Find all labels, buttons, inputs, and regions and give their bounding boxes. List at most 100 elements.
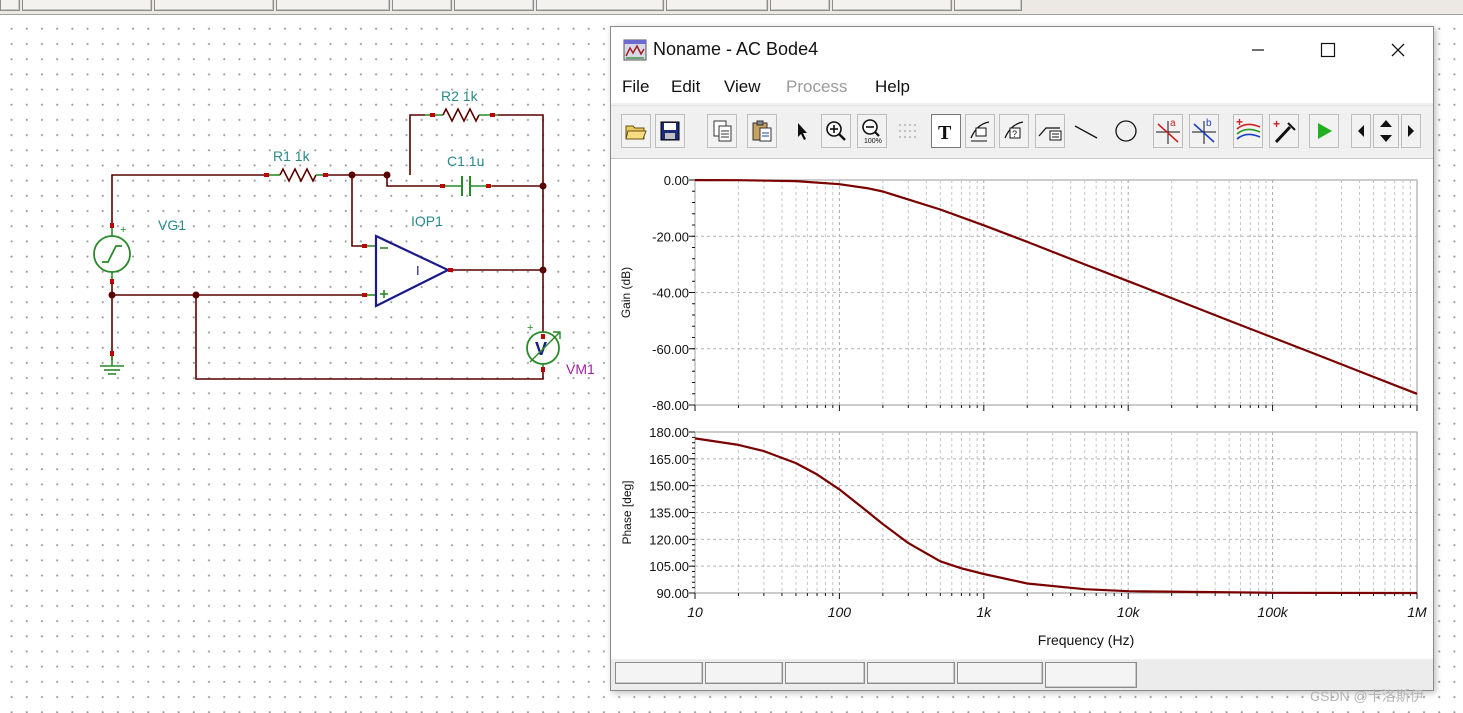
- menu-process[interactable]: Process: [786, 77, 847, 97]
- y-axis-label: Phase [deg]: [620, 480, 634, 544]
- wire: [386, 175, 440, 187]
- bode-plot-area[interactable]: 0.00 -20.00 -40.00 -60.00 -80.00 Gain (dB) 180…: [611, 159, 1433, 659]
- signal-source-vg1[interactable]: +: [93, 223, 131, 284]
- status-tab[interactable]: [1045, 662, 1137, 688]
- text-tool-button[interactable]: T: [931, 114, 961, 148]
- resistor-r1[interactable]: [264, 167, 328, 183]
- y-tick-label: 120.00: [649, 532, 689, 547]
- run-button[interactable]: [1309, 114, 1339, 148]
- copy-button[interactable]: [707, 114, 737, 148]
- open-button[interactable]: [621, 114, 651, 148]
- label-iop1: IOP1: [411, 213, 443, 229]
- svg-text:+: +: [120, 224, 126, 236]
- y-tick-label: -40.00: [652, 286, 689, 301]
- minimize-icon: [1252, 49, 1264, 51]
- scroll-updown-button[interactable]: [1373, 114, 1399, 148]
- menu-file[interactable]: File: [622, 77, 649, 97]
- toolbar: 100% T ? a b + +: [611, 105, 1433, 159]
- cursor-b-button[interactable]: b: [1189, 114, 1219, 148]
- wire: [351, 175, 366, 247]
- x-tick-label: 10: [687, 604, 703, 620]
- y-axis-label: Gain (dB): [619, 267, 633, 318]
- pointer-icon: [798, 123, 807, 140]
- save-button[interactable]: [655, 114, 685, 148]
- add-curve-icon: +: [1236, 117, 1261, 140]
- menu-edit[interactable]: Edit: [671, 77, 700, 97]
- paste-icon: [752, 120, 772, 142]
- label-help-button[interactable]: ?: [999, 114, 1029, 148]
- bode-chart-svg[interactable]: 0.00 -20.00 -40.00 -60.00 -80.00 Gain (dB) 180…: [611, 159, 1433, 659]
- status-tab[interactable]: [957, 662, 1043, 684]
- app-icon: [623, 39, 647, 61]
- top-tab[interactable]: [832, 0, 952, 11]
- top-tab[interactable]: [954, 0, 1022, 11]
- add-curve-button[interactable]: +: [1233, 114, 1263, 148]
- copy-icon: [713, 120, 732, 142]
- minimize-button[interactable]: [1223, 27, 1293, 73]
- y-tick-label: 90.00: [656, 586, 689, 601]
- zoom-100-button[interactable]: 100%: [857, 114, 887, 148]
- run-icon: [1318, 123, 1332, 139]
- label-button[interactable]: [965, 114, 995, 148]
- window-title-bar[interactable]: Noname - AC Bode4: [611, 27, 1433, 73]
- scroll-left-button[interactable]: [1351, 114, 1371, 148]
- top-tab[interactable]: [666, 0, 768, 11]
- grid-button[interactable]: [893, 114, 923, 148]
- svg-text:100%: 100%: [864, 138, 882, 144]
- x-tick-label: 100k: [1257, 604, 1288, 620]
- top-tab[interactable]: [770, 0, 830, 11]
- y-tick-label: -80.00: [652, 398, 689, 413]
- pointer-button[interactable]: [787, 114, 817, 148]
- svg-text:T: T: [938, 122, 952, 142]
- label-vg1: VG1: [158, 217, 186, 233]
- status-tab[interactable]: [705, 662, 783, 684]
- line-icon: [1074, 125, 1098, 139]
- zoom-in-button[interactable]: [821, 114, 851, 148]
- capacitor-c1[interactable]: [440, 176, 492, 196]
- bode-plot-window[interactable]: Noname - AC Bode4 File Edit View Process…: [610, 26, 1434, 691]
- menu-bar: File Edit View Process Help: [611, 73, 1433, 103]
- label-icon: [970, 121, 990, 142]
- circle-tool-button[interactable]: [1111, 114, 1141, 148]
- junction: [348, 171, 356, 179]
- line-tool-button[interactable]: [1071, 114, 1101, 148]
- status-tab[interactable]: [785, 662, 865, 684]
- status-tab[interactable]: [867, 662, 955, 684]
- svg-text:+: +: [1236, 117, 1243, 129]
- paste-button[interactable]: [747, 114, 777, 148]
- x-axis-label: Frequency (Hz): [1038, 632, 1134, 648]
- label-curve-button[interactable]: [1035, 114, 1065, 148]
- zoom-in-icon: [826, 121, 846, 141]
- close-button[interactable]: [1363, 27, 1433, 73]
- opamp-iop1[interactable]: I: [362, 234, 453, 308]
- maximize-button[interactable]: [1293, 27, 1363, 73]
- junction: [539, 266, 547, 274]
- ground-symbol[interactable]: [100, 351, 124, 375]
- cursor-b-icon: b: [1192, 118, 1216, 144]
- scroll-right-icon: [1408, 125, 1414, 137]
- y-tick-label: -60.00: [652, 342, 689, 357]
- scroll-right-button[interactable]: [1401, 114, 1421, 148]
- add-marker-button[interactable]: +: [1269, 114, 1299, 148]
- junction: [539, 182, 547, 190]
- wire: [409, 114, 425, 175]
- resistor-r2[interactable]: [425, 107, 498, 123]
- opamp-symbol-text: I: [416, 263, 420, 278]
- x-tick-label: 10k: [1117, 604, 1141, 620]
- wire: [498, 114, 544, 342]
- junction: [192, 291, 200, 299]
- grid-icon: [899, 124, 916, 138]
- label-vm1: VM1: [566, 361, 595, 377]
- cursor-a-button[interactable]: a: [1153, 114, 1183, 148]
- menu-help[interactable]: Help: [875, 77, 910, 97]
- text-icon: T: [938, 122, 952, 142]
- svg-text:a: a: [1170, 118, 1176, 129]
- scroll-left-icon: [1358, 125, 1364, 137]
- menu-view[interactable]: View: [724, 77, 761, 97]
- junction: [108, 291, 116, 299]
- circuit-schematic[interactable]: + I V + R2 1k R1 1k C1 1u VG1 IOP1 VM1: [0, 0, 610, 713]
- status-tab[interactable]: [615, 662, 703, 684]
- y-tick-label: 105.00: [649, 559, 689, 574]
- watermark: CSDN @卡洛斯伊: [1310, 688, 1424, 704]
- scroll-updown-icon: [1380, 120, 1392, 142]
